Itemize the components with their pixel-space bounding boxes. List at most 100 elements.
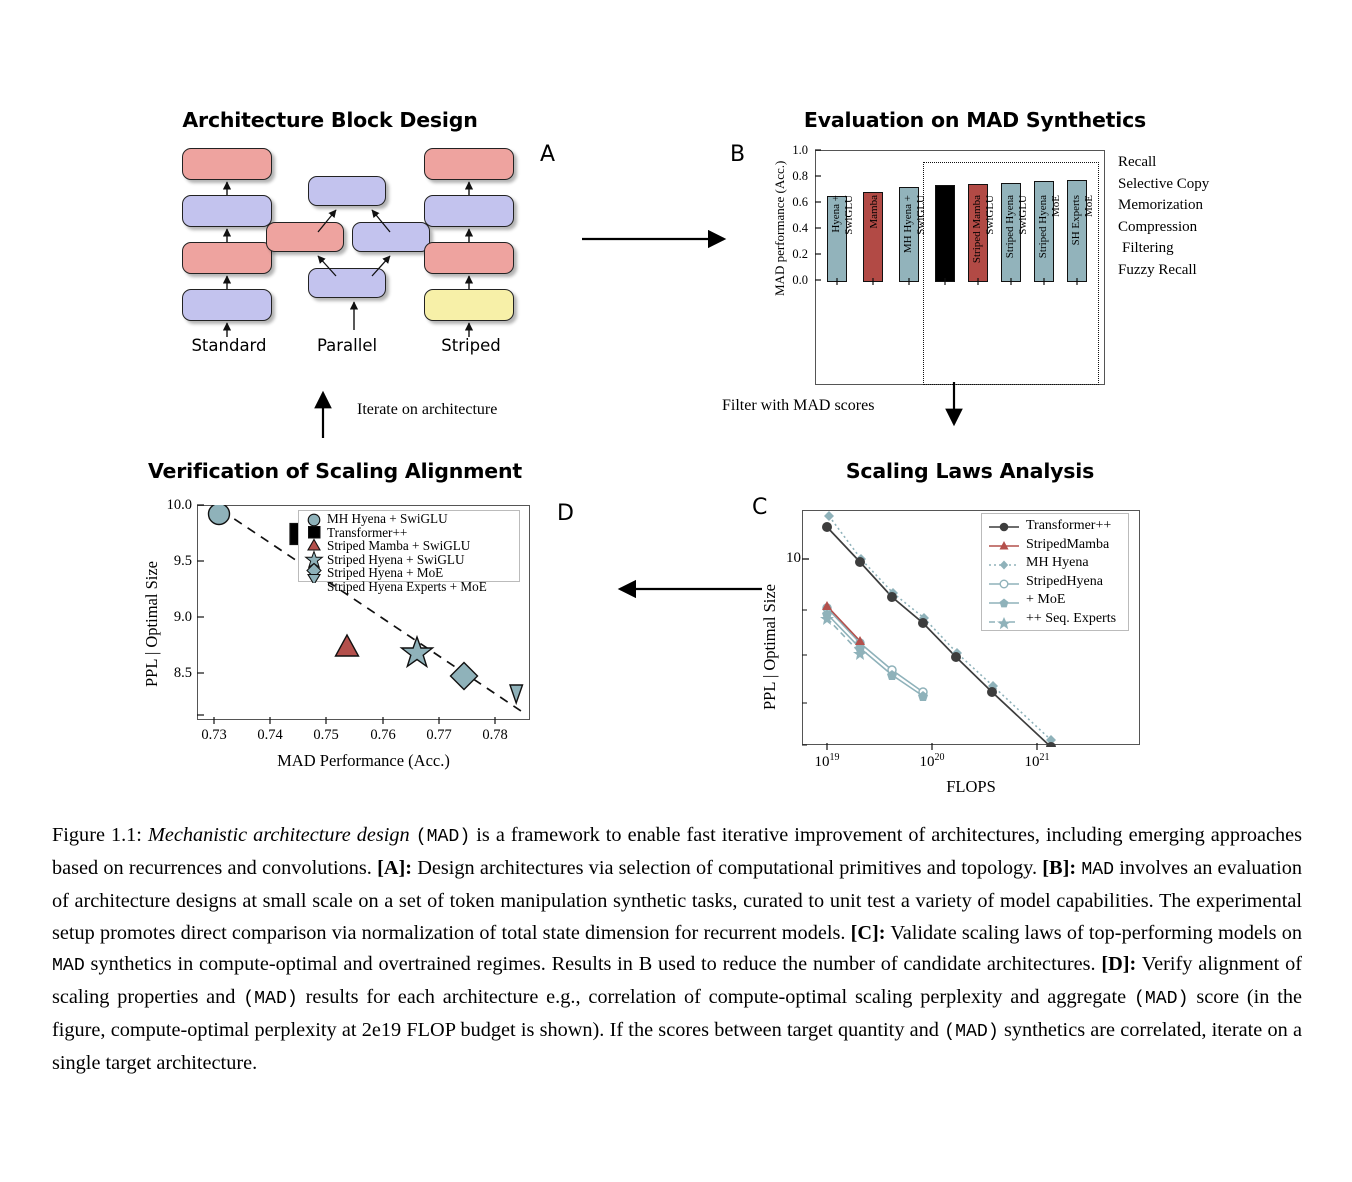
- panel-b-xlabel-5: Striped Hyena SwiGLU: [1004, 195, 1029, 259]
- caption-segment-13: [D]:: [1101, 952, 1137, 975]
- point-mh-hyena-swiglu: [207, 505, 231, 526]
- legend-label-seq-experts: ++ Seq. Experts: [1026, 610, 1117, 626]
- label-iterate-on-architecture: Iterate on architecture: [357, 401, 498, 418]
- legend-marker-triangle-down: [307, 573, 321, 583]
- panel-b-ytick-0.6: 0.6: [792, 195, 808, 209]
- panel-b-ytick-0.4: 0.4: [792, 221, 808, 235]
- legend-label-striped-hyena-moe: Striped Hyena + MoE: [327, 565, 444, 581]
- task-memorization: Memorization: [1118, 197, 1203, 213]
- parallel-arrows-svg: [317, 209, 391, 330]
- panel-b-title: Evaluation on MAD Synthetics: [803, 108, 1147, 132]
- connector-d-to-a: Iterate on architecture: [305, 385, 605, 445]
- panel-d-legend-markers: [304, 513, 324, 583]
- legend-marker-square: [308, 526, 321, 539]
- panel-b-ytick-0.8: 0.8: [792, 169, 808, 183]
- figure-root: Architecture Block Design A Standard Par…: [0, 0, 1352, 1182]
- point-striped-hyena-moe: [449, 661, 479, 691]
- panel-a-title: Architecture Block Design: [182, 108, 478, 132]
- legend-marker-circle: [307, 513, 321, 527]
- panel-d-ytick-9.0: 9.0: [173, 609, 192, 625]
- panel-c-legend-markers: [989, 522, 1019, 630]
- panel-d-ytick-8.5: 8.5: [173, 665, 192, 681]
- caption-segment-2: (MAD): [415, 827, 471, 847]
- legend-label-moe: + MoE: [1026, 592, 1066, 608]
- caption-segment-9: [C]:: [850, 921, 886, 944]
- panel-b-xlabel-3: Transformer++: [942, 195, 954, 262]
- panel-d-ytick-10.0: 10.0: [166, 497, 192, 513]
- panel-c-title: Scaling Laws Analysis: [845, 459, 1095, 483]
- point-striped-hyena-experts-moe: [509, 684, 524, 706]
- panel-b-xlabel-7: SH Experts MoE: [1070, 195, 1095, 246]
- legend-marker-diamond-teal: [999, 560, 1009, 570]
- caption-segment-4: [A]:: [377, 857, 412, 880]
- point-striped-mamba-swiglu: [334, 633, 360, 657]
- panel-c-xtick-2: 1021: [1024, 752, 1050, 770]
- legend-label-mh-hyena: MH Hyena: [1026, 555, 1089, 571]
- legend-marker-circle-filled: [999, 522, 1009, 532]
- striped-arrows-svg: [464, 181, 474, 337]
- panel-a-letter: A: [540, 142, 556, 167]
- panel-b-ytick-0.0: 0.0: [792, 273, 808, 287]
- panel-d-xtick-1: 0.74: [257, 727, 283, 743]
- panel-c: Scaling Laws Analysis C PPL | Optimal Si…: [740, 455, 1220, 796]
- legend-marker-circle-open: [999, 579, 1009, 589]
- task-compression: Compression: [1118, 218, 1198, 235]
- caption-segment-17: (MAD): [1133, 989, 1189, 1010]
- legend-marker-triangle: [307, 538, 321, 551]
- panel-c-xtick-0: 1019: [814, 752, 840, 770]
- panel-c-ylabel: PPL | Optimal Size: [760, 584, 779, 710]
- panel-b: Evaluation on MAD Synthetics B MAD perfo…: [730, 100, 1290, 400]
- panel-d-xtick-0: 0.73: [201, 727, 227, 743]
- panel-b-xlabel-0: Hyena + SwiGLU: [830, 195, 855, 235]
- point-striped-hyena-swiglu: [399, 634, 435, 669]
- panel-c-xtick-1: 1020: [919, 752, 945, 770]
- label-filter-with-mad-scores: Filter with MAD scores: [722, 397, 875, 414]
- legend-marker-star-teal: [997, 617, 1011, 630]
- caption-segment-19: (MAD): [944, 1022, 999, 1043]
- panel-c-letter: C: [752, 495, 768, 520]
- legend-label-transformer-pp-c: Transformer++: [1026, 518, 1112, 533]
- panel-b-ytick-1.0: 1.0: [792, 143, 808, 157]
- figure-caption: Figure 1.1: Mechanistic architecture des…: [52, 820, 1302, 1080]
- panel-d-xtick-5: 0.78: [482, 727, 508, 743]
- task-filtering: Filtering: [1122, 240, 1174, 256]
- panel-d-ytick-9.5: 9.5: [173, 553, 192, 569]
- panel-a-column-parallel: Parallel: [266, 148, 430, 355]
- panel-d-legend: MH Hyena + SwiGLU Transformer++ Striped …: [298, 510, 520, 593]
- panel-b-letter: B: [730, 142, 746, 167]
- arrow-down-b-to-c: [945, 382, 963, 427]
- panel-a-label-parallel: Parallel: [316, 336, 378, 355]
- panel-d-xtick-4: 0.77: [426, 727, 452, 743]
- panel-c-xlabel: FLOPS: [946, 777, 996, 796]
- panel-b-xlabel-4: Striped Mamba SwiGLU: [971, 195, 996, 264]
- panel-b-xlabel-2: MH Hyena + SwiGLU: [902, 195, 927, 254]
- panel-c-legend: Transformer++ StripedMamba MH Hyena Stri…: [981, 513, 1129, 631]
- caption-segment-7: MAD: [1081, 860, 1115, 881]
- legend-label-striped-hyena-swiglu: Striped Hyena + SwiGLU: [327, 551, 465, 567]
- panel-b-ytick-0.2: 0.2: [792, 247, 808, 261]
- panel-d-xtick-2: 0.75: [313, 727, 339, 743]
- arrow-a-to-b: [582, 229, 727, 249]
- legend-label-striped-mamba-swiglu: Striped Mamba + SwiGLU: [327, 538, 471, 554]
- caption-segment-15: (MAD): [243, 989, 298, 1010]
- legend-label-mh-hyena-swiglu: MH Hyena + SwiGLU: [327, 511, 448, 526]
- task-selective-copy: Selective Copy: [1118, 175, 1210, 192]
- panel-d-title: Verification of Scaling Alignment: [148, 459, 522, 483]
- legend-label-stripedmamba: StripedMamba: [1026, 536, 1110, 552]
- legend-label-stripedhyena: StripedHyena: [1026, 573, 1103, 589]
- caption-segment-1: Mechanistic architecture design: [147, 824, 410, 846]
- task-fuzzy-recall: Fuzzy Recall: [1118, 261, 1197, 278]
- panel-d-xlabel: MAD Performance (Acc.): [277, 751, 450, 770]
- panel-d-letter: D: [557, 501, 574, 526]
- caption-segment-0: Figure 1.1:: [52, 824, 142, 846]
- legend-label-striped-hyena-experts-moe: Striped Hyena Experts + MoE: [327, 578, 487, 594]
- caption-segment-6: [B]:: [1042, 857, 1077, 880]
- caption-segment-16: results for each architecture e.g., corr…: [305, 986, 1127, 1009]
- panel-a-column-striped: Striped: [420, 148, 522, 355]
- panel-d: Verification of Scaling Alignment D PPL …: [120, 455, 590, 785]
- legend-marker-pentagon: [999, 598, 1009, 608]
- panel-a: Architecture Block Design A Standard Par…: [120, 100, 590, 360]
- panel-a-label-striped: Striped: [441, 336, 501, 355]
- caption-segment-5: Design architectures via selection of co…: [417, 857, 1038, 880]
- panel-d-xtick-3: 0.76: [370, 727, 396, 743]
